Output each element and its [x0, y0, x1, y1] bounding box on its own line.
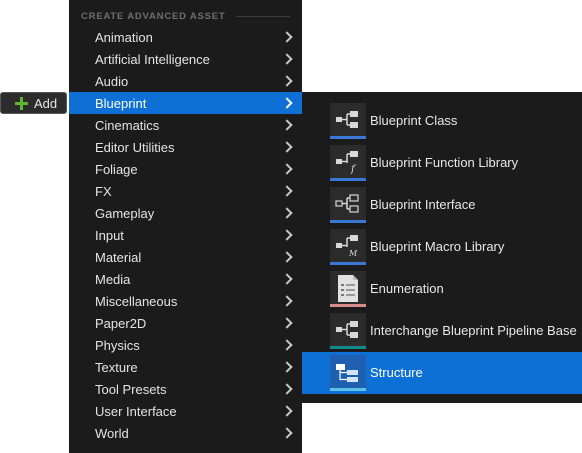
- chevron-right-icon: [281, 273, 293, 285]
- section-divider: [235, 15, 290, 17]
- submenu-item-label: Blueprint Class: [370, 113, 458, 128]
- blueprint-class-icon: [330, 103, 366, 139]
- asset-color-bar: [330, 346, 366, 349]
- menu-item-label: Editor Utilities: [95, 139, 175, 155]
- chevron-right-icon: [281, 295, 293, 307]
- svg-text:M: M: [348, 249, 358, 258]
- chevron-right-icon: [281, 405, 293, 417]
- menu-item-label: Media: [95, 271, 131, 287]
- chevron-right-icon: [281, 163, 293, 175]
- chevron-right-icon: [281, 383, 293, 395]
- menu-list: Animation Artificial Intelligence Audio …: [69, 26, 302, 444]
- menu-item-texture[interactable]: Texture: [69, 356, 302, 378]
- submenu-item-blueprint-function-library[interactable]: f Blueprint Function Library: [302, 142, 582, 184]
- menu-item-label: User Interface: [95, 403, 177, 419]
- submenu-item-blueprint-class[interactable]: Blueprint Class: [302, 100, 582, 142]
- submenu-item-interchange-blueprint-pipeline-base[interactable]: Interchange Blueprint Pipeline Base: [302, 310, 582, 352]
- submenu-item-label: Blueprint Macro Library: [370, 239, 505, 254]
- menu-item-label: Input: [95, 227, 124, 243]
- asset-color-bar: [330, 136, 366, 139]
- submenu-item-enumeration[interactable]: Enumeration: [302, 268, 582, 310]
- menu-item-label: Texture: [95, 359, 138, 375]
- menu-item-editor-utilities[interactable]: Editor Utilities: [69, 136, 302, 158]
- chevron-right-icon: [281, 339, 293, 351]
- menu-item-tool-presets[interactable]: Tool Presets: [69, 378, 302, 400]
- asset-color-bar: [330, 262, 366, 265]
- menu-item-label: Audio: [95, 73, 129, 89]
- menu-item-cinematics[interactable]: Cinematics: [69, 114, 302, 136]
- blueprint-interface-icon: [330, 187, 366, 223]
- menu-item-label: World: [95, 425, 129, 441]
- menu-item-user-interface[interactable]: User Interface: [69, 400, 302, 422]
- menu-item-animation[interactable]: Animation: [69, 26, 302, 48]
- blueprint-submenu: Blueprint Class f Blueprint Function Lib…: [302, 92, 582, 403]
- submenu-item-label: Interchange Blueprint Pipeline Base: [370, 323, 577, 338]
- section-header-label: CREATE ADVANCED ASSET: [81, 10, 226, 22]
- chevron-right-icon: [281, 251, 293, 263]
- chevron-right-icon: [281, 361, 293, 373]
- menu-item-foliage[interactable]: Foliage: [69, 158, 302, 180]
- chevron-right-icon: [281, 185, 293, 197]
- menu-item-label: Cinematics: [95, 117, 160, 133]
- menu-item-label: Foliage: [95, 161, 138, 177]
- menu-item-label: Physics: [95, 337, 140, 353]
- chevron-right-icon: [281, 53, 293, 65]
- menu-item-blueprint[interactable]: Blueprint: [69, 92, 302, 114]
- chevron-right-icon: [281, 119, 293, 131]
- menu-item-label: FX: [95, 183, 112, 199]
- chevron-right-icon: [281, 75, 293, 87]
- menu-item-label: Miscellaneous: [95, 293, 178, 309]
- menu-item-physics[interactable]: Physics: [69, 334, 302, 356]
- chevron-right-icon: [281, 229, 293, 241]
- submenu-list: Blueprint Class f Blueprint Function Lib…: [302, 100, 582, 394]
- menu-item-label: Gameplay: [95, 205, 155, 221]
- menu-item-label: Paper2D: [95, 315, 147, 331]
- enumeration-icon: [330, 271, 366, 307]
- menu-item-input[interactable]: Input: [69, 224, 302, 246]
- submenu-item-label: Blueprint Function Library: [370, 155, 519, 170]
- asset-color-bar: [330, 220, 366, 223]
- svg-text:f: f: [350, 164, 357, 175]
- chevron-right-icon: [281, 427, 293, 439]
- submenu-item-label: Enumeration: [370, 281, 444, 296]
- menu-item-material[interactable]: Material: [69, 246, 302, 268]
- plus-icon: [15, 96, 28, 110]
- submenu-item-blueprint-macro-library[interactable]: M Blueprint Macro Library: [302, 226, 582, 268]
- chevron-right-icon: [281, 317, 293, 329]
- menu-item-gameplay[interactable]: Gameplay: [69, 202, 302, 224]
- menu-item-media[interactable]: Media: [69, 268, 302, 290]
- section-header: CREATE ADVANCED ASSET: [81, 9, 290, 23]
- chevron-right-icon: [281, 31, 293, 43]
- interchange-pipeline-icon: [330, 313, 366, 349]
- asset-color-bar: [330, 178, 366, 181]
- submenu-item-blueprint-interface[interactable]: Blueprint Interface: [302, 184, 582, 226]
- chevron-right-icon: [281, 207, 293, 219]
- create-asset-menu: CREATE ADVANCED ASSET Animation Artifici…: [69, 0, 302, 453]
- structure-icon: [330, 355, 366, 391]
- chevron-right-icon: [281, 141, 293, 153]
- asset-color-bar: [330, 388, 366, 391]
- add-button[interactable]: Add: [0, 92, 67, 114]
- asset-color-bar: [330, 304, 366, 307]
- menu-item-paper2d[interactable]: Paper2D: [69, 312, 302, 334]
- menu-item-fx[interactable]: FX: [69, 180, 302, 202]
- menu-item-audio[interactable]: Audio: [69, 70, 302, 92]
- submenu-item-label: Structure: [370, 365, 423, 380]
- menu-item-label: Artificial Intelligence: [95, 51, 210, 67]
- blueprint-function-library-icon: f: [330, 145, 366, 181]
- menu-item-miscellaneous[interactable]: Miscellaneous: [69, 290, 302, 312]
- menu-item-label: Blueprint: [95, 95, 147, 111]
- menu-item-world[interactable]: World: [69, 422, 302, 444]
- menu-item-label: Material: [95, 249, 142, 265]
- submenu-item-label: Blueprint Interface: [370, 197, 476, 212]
- chevron-right-icon: [281, 97, 293, 109]
- menu-item-label: Animation: [95, 29, 153, 45]
- menu-item-label: Tool Presets: [95, 381, 167, 397]
- blueprint-macro-library-icon: M: [330, 229, 366, 265]
- menu-item-artificial-intelligence[interactable]: Artificial Intelligence: [69, 48, 302, 70]
- add-button-label: Add: [34, 95, 58, 111]
- submenu-item-structure[interactable]: Structure: [302, 352, 582, 394]
